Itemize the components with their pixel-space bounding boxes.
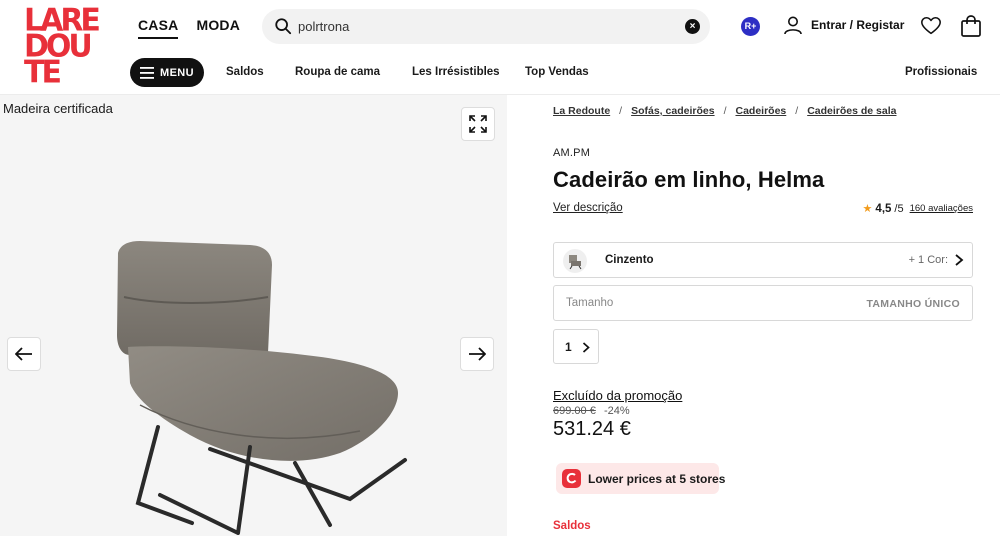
size-selector: Tamanho TAMANHO ÚNICO: [553, 285, 973, 321]
site-header: LARE DOU TE CASA MODA × R+ Entrar / Regi…: [0, 0, 1000, 95]
breadcrumb-separator: /: [619, 105, 623, 117]
size-value: TAMANHO ÚNICO: [866, 298, 960, 310]
breadcrumb-la-redoute[interactable]: La Redoute: [553, 105, 610, 117]
breadcrumb-separator: /: [795, 105, 799, 117]
search-icon[interactable]: [274, 17, 292, 35]
subnav-top-vendas[interactable]: Top Vendas: [525, 66, 589, 78]
old-price: 699.00 €: [553, 405, 596, 417]
search-bar: ×: [262, 9, 710, 44]
discount-percent: -24%: [604, 405, 630, 417]
menu-label: MENU: [160, 66, 194, 79]
armchair-product-image: [117, 241, 407, 535]
rating-max: /5: [894, 202, 904, 215]
selected-color: Cinzento: [605, 254, 654, 266]
fullscreen-button[interactable]: [461, 107, 495, 141]
logo-line-3: TE: [24, 54, 62, 91]
hamburger-icon: [140, 66, 154, 79]
certified-wood-badge: Madeira certificada: [3, 101, 113, 116]
product-brand[interactable]: AM.PM: [553, 147, 590, 159]
previous-image-button[interactable]: [7, 337, 41, 371]
quantity-selector[interactable]: 1: [553, 329, 599, 364]
reviews-link[interactable]: 160 avaliações: [910, 203, 973, 214]
subnav-saldos[interactable]: Saldos: [226, 66, 264, 78]
armchair-thumbnail-icon: [569, 255, 582, 270]
star-icon: ★: [862, 203, 873, 215]
subnav-les-irresistibles[interactable]: Les Irrésistibles: [412, 66, 500, 78]
product-gallery: Madeira certificada: [0, 95, 507, 536]
color-selector[interactable]: Cinzento + 1 Cor:: [553, 242, 973, 278]
view-description-link[interactable]: Ver descrição: [553, 202, 623, 214]
breadcrumb: La Redoute / Sofás, cadeirões / Cadeirõe…: [553, 105, 896, 117]
menu-button[interactable]: MENU: [130, 58, 204, 87]
professionals-link[interactable]: Profissionais: [905, 66, 977, 78]
breadcrumb-separator: /: [723, 105, 727, 117]
user-icon: [784, 16, 802, 35]
product-rating: ★ 4,5 /5 160 avaliações: [862, 202, 973, 216]
account-label: Entrar / Registar: [811, 18, 905, 32]
arrow-right-icon: [469, 347, 486, 361]
expand-icon: [469, 115, 487, 133]
sale-tag: Saldos: [553, 520, 591, 532]
shopping-bag-icon[interactable]: [960, 14, 982, 38]
more-colors-label: + 1 Cor:: [908, 254, 948, 266]
store-logo-icon: [562, 469, 581, 488]
current-price: 531.24 €: [553, 418, 631, 440]
arrow-left-icon: [15, 347, 32, 361]
category-casa[interactable]: CASA: [138, 17, 179, 39]
category-nav: CASA MODA: [138, 17, 240, 39]
account-button[interactable]: Entrar / Registar: [783, 15, 904, 35]
search-input[interactable]: [298, 15, 678, 37]
size-label: Tamanho: [566, 297, 614, 309]
product-title: Cadeirão em linho, Helma: [553, 167, 825, 192]
color-swatch: [563, 249, 587, 273]
breadcrumb-cadeiroes-de-sala[interactable]: Cadeirões de sala: [807, 105, 896, 117]
clear-search-icon[interactable]: ×: [685, 19, 700, 34]
rplus-icon[interactable]: R+: [741, 17, 760, 36]
chevron-right-icon: [582, 342, 590, 353]
wishlist-heart-icon[interactable]: [920, 15, 942, 37]
breadcrumb-sofas[interactable]: Sofás, cadeirões: [631, 105, 714, 117]
category-moda[interactable]: MODA: [196, 17, 240, 39]
subnav-roupa-de-cama[interactable]: Roupa de cama: [295, 66, 380, 78]
rating-value: 4,5: [875, 202, 892, 215]
next-image-button[interactable]: [460, 337, 494, 371]
quantity-value: 1: [565, 340, 572, 354]
lower-prices-label: Lower prices at 5 stores: [588, 472, 726, 486]
lower-prices-stores-button[interactable]: Lower prices at 5 stores: [556, 463, 725, 494]
chevron-right-icon: [955, 254, 964, 266]
promotion-excluded-link[interactable]: Excluído da promoção: [553, 388, 682, 403]
product-info: La Redoute / Sofás, cadeirões / Cadeirõe…: [553, 95, 983, 536]
breadcrumb-cadeiroes[interactable]: Cadeirões: [735, 105, 786, 117]
la-redoute-logo[interactable]: LARE DOU TE: [24, 5, 104, 91]
